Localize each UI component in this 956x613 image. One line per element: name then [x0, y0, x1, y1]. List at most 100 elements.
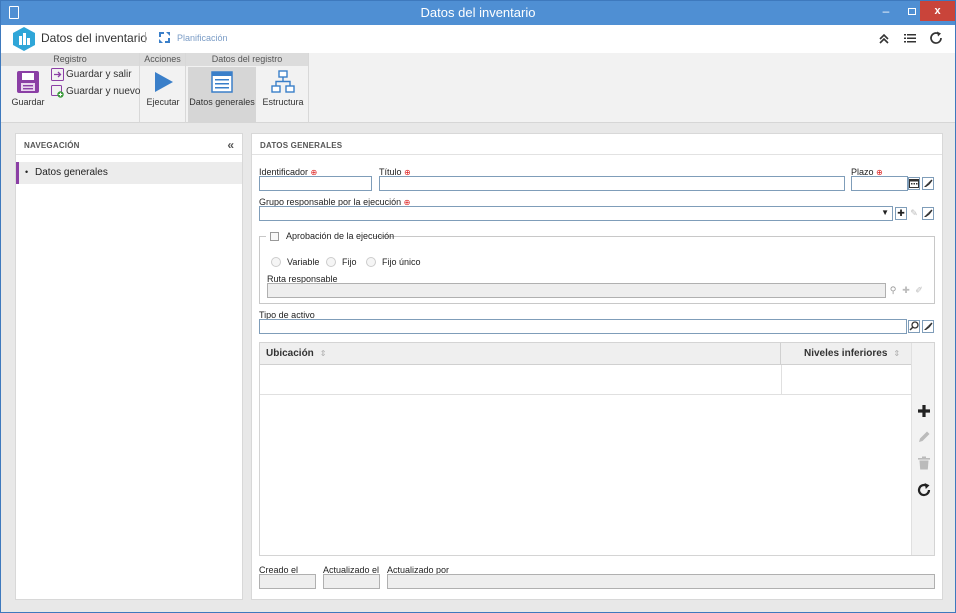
execute-label: Ejecutar	[146, 97, 180, 107]
play-icon	[155, 72, 173, 92]
asset-type-input[interactable]	[259, 319, 907, 334]
save-icon	[17, 71, 39, 93]
refresh-grid-icon[interactable]	[916, 482, 932, 498]
add-row-icon[interactable]	[916, 403, 932, 419]
nav-item-general-data[interactable]: • Datos generales	[16, 162, 242, 184]
planning-link[interactable]: Planificación	[177, 33, 228, 43]
app-window: Datos del inventario – x Datos del inven…	[0, 0, 956, 613]
created-input	[259, 574, 316, 589]
refresh-icon[interactable]	[928, 30, 944, 46]
pencil-icon: ✎	[910, 208, 918, 218]
edit-group-button: ✎	[908, 207, 920, 220]
radio-fijo-label: Fijo	[342, 257, 357, 267]
radio-variable-label: Variable	[287, 257, 320, 267]
ribbon-group-title: Registro	[1, 53, 139, 66]
save-exit-button[interactable]: Guardar y salir	[51, 68, 132, 81]
save-new-icon	[51, 85, 64, 98]
ribbon-group-registro: Registro Guardar Guardar y salir Guardar…	[1, 53, 141, 123]
calendar-icon	[909, 179, 919, 188]
grid-header: Ubicación ⇕ Niveles inferiores ⇕	[260, 343, 912, 365]
general-data-title: DATOS GENERALES	[252, 134, 942, 155]
column-header-ubicacion[interactable]: Ubicación ⇕	[266, 343, 781, 365]
dropdown-arrow-icon: ▼	[881, 208, 889, 217]
save-button[interactable]: Guardar	[9, 67, 47, 121]
updated-input	[323, 574, 380, 589]
eraser-icon: ✐	[915, 285, 923, 295]
route-search-button: ⚲	[887, 284, 899, 297]
clear-deadline-button[interactable]	[922, 177, 934, 190]
list-menu-icon[interactable]	[902, 30, 918, 46]
sort-icon: ⇕	[319, 349, 327, 358]
deadline-input[interactable]	[851, 176, 908, 191]
app-title: Datos del inventario	[41, 31, 148, 45]
edit-row-icon	[919, 431, 930, 442]
radio-fijo[interactable]	[326, 257, 336, 267]
structure-label: Estructura	[262, 97, 304, 107]
sort-icon: ⇕	[893, 349, 901, 358]
exec-group-select[interactable]: ▼	[259, 206, 893, 221]
ribbon-toolbar: Registro Guardar Guardar y salir Guardar…	[1, 53, 955, 123]
ribbon-group-acciones: Acciones Ejecutar	[140, 53, 186, 123]
radio-fijo-unico[interactable]	[366, 257, 376, 267]
maximize-icon	[908, 8, 916, 16]
inventory-logo-icon	[13, 27, 35, 51]
eraser-icon	[924, 179, 933, 187]
navigation-panel: NAVEGACIÓN « • Datos generales	[15, 133, 243, 600]
window-title: Datos del inventario	[420, 5, 536, 20]
minimize-button[interactable]: –	[873, 1, 899, 21]
updated-by-input	[387, 574, 935, 589]
nav-bullet: •	[25, 167, 29, 177]
asset-type-search-button[interactable]	[908, 320, 920, 333]
radio-fijo-unico-label: Fijo único	[382, 257, 421, 267]
navigation-title: NAVEGACIÓN	[16, 134, 242, 155]
app-header: Datos del inventario | Planificación	[1, 25, 955, 53]
eraser-icon	[924, 322, 933, 330]
general-data-panel: DATOS GENERALES Identificador ⊕ Título ⊕…	[251, 133, 943, 600]
save-new-label: Guardar y nuevo	[66, 86, 141, 98]
form-window-icon	[211, 71, 233, 93]
route-add-button: ✚	[900, 284, 912, 297]
clear-group-button[interactable]	[922, 207, 934, 220]
nav-item-label: Datos generales	[35, 167, 108, 178]
general-data-button[interactable]: Datos generales	[188, 67, 256, 122]
radio-variable[interactable]	[271, 257, 281, 267]
save-label: Guardar	[11, 97, 45, 107]
eraser-icon	[924, 209, 933, 217]
identifier-input[interactable]	[259, 176, 372, 191]
save-exit-label: Guardar y salir	[66, 69, 132, 81]
save-new-button[interactable]: Guardar y nuevo	[51, 85, 141, 98]
title-input[interactable]	[379, 176, 845, 191]
delete-row-icon	[918, 456, 930, 470]
close-button[interactable]: x	[920, 1, 955, 21]
add-group-button[interactable]: ✚	[895, 207, 907, 220]
approval-legend: Aprobación de la ejecución	[266, 229, 394, 243]
structure-button[interactable]: Estructura	[260, 67, 306, 121]
header-separator: |	[144, 31, 147, 43]
plus-icon: ✚	[897, 208, 905, 218]
route-clear-button: ✐	[913, 284, 925, 297]
location-grid: Ubicación ⇕ Niveles inferiores ⇕	[259, 342, 935, 556]
grid-toolbar	[911, 343, 934, 555]
calendar-button[interactable]	[908, 177, 920, 190]
ribbon-group-title: Datos del registro	[186, 53, 308, 66]
execute-button[interactable]: Ejecutar	[143, 67, 183, 121]
collapse-up-icon[interactable]	[876, 30, 892, 46]
ribbon-group-title: Acciones	[140, 53, 185, 66]
planning-icon	[159, 32, 170, 43]
table-row[interactable]	[260, 365, 912, 395]
approval-label: Aprobación de la ejecución	[286, 231, 395, 241]
general-data-label: Datos generales	[189, 97, 255, 107]
approval-checkbox[interactable]	[270, 232, 279, 241]
ribbon-group-datos-registro: Datos del registro Datos generales Estru…	[186, 53, 309, 123]
column-divider	[781, 365, 782, 395]
title-bar: Datos del inventario – x	[1, 1, 955, 25]
route-input	[267, 283, 886, 298]
search-icon: ⚲	[889, 285, 897, 295]
column-niveles-label: Niveles inferiores	[804, 348, 888, 359]
column-header-niveles[interactable]: Niveles inferiores ⇕	[804, 343, 912, 365]
search-icon	[909, 321, 919, 331]
collapse-left-icon[interactable]: «	[227, 138, 234, 152]
save-exit-icon	[51, 68, 64, 81]
structure-tree-icon	[271, 70, 295, 93]
asset-type-clear-button[interactable]	[922, 320, 934, 333]
